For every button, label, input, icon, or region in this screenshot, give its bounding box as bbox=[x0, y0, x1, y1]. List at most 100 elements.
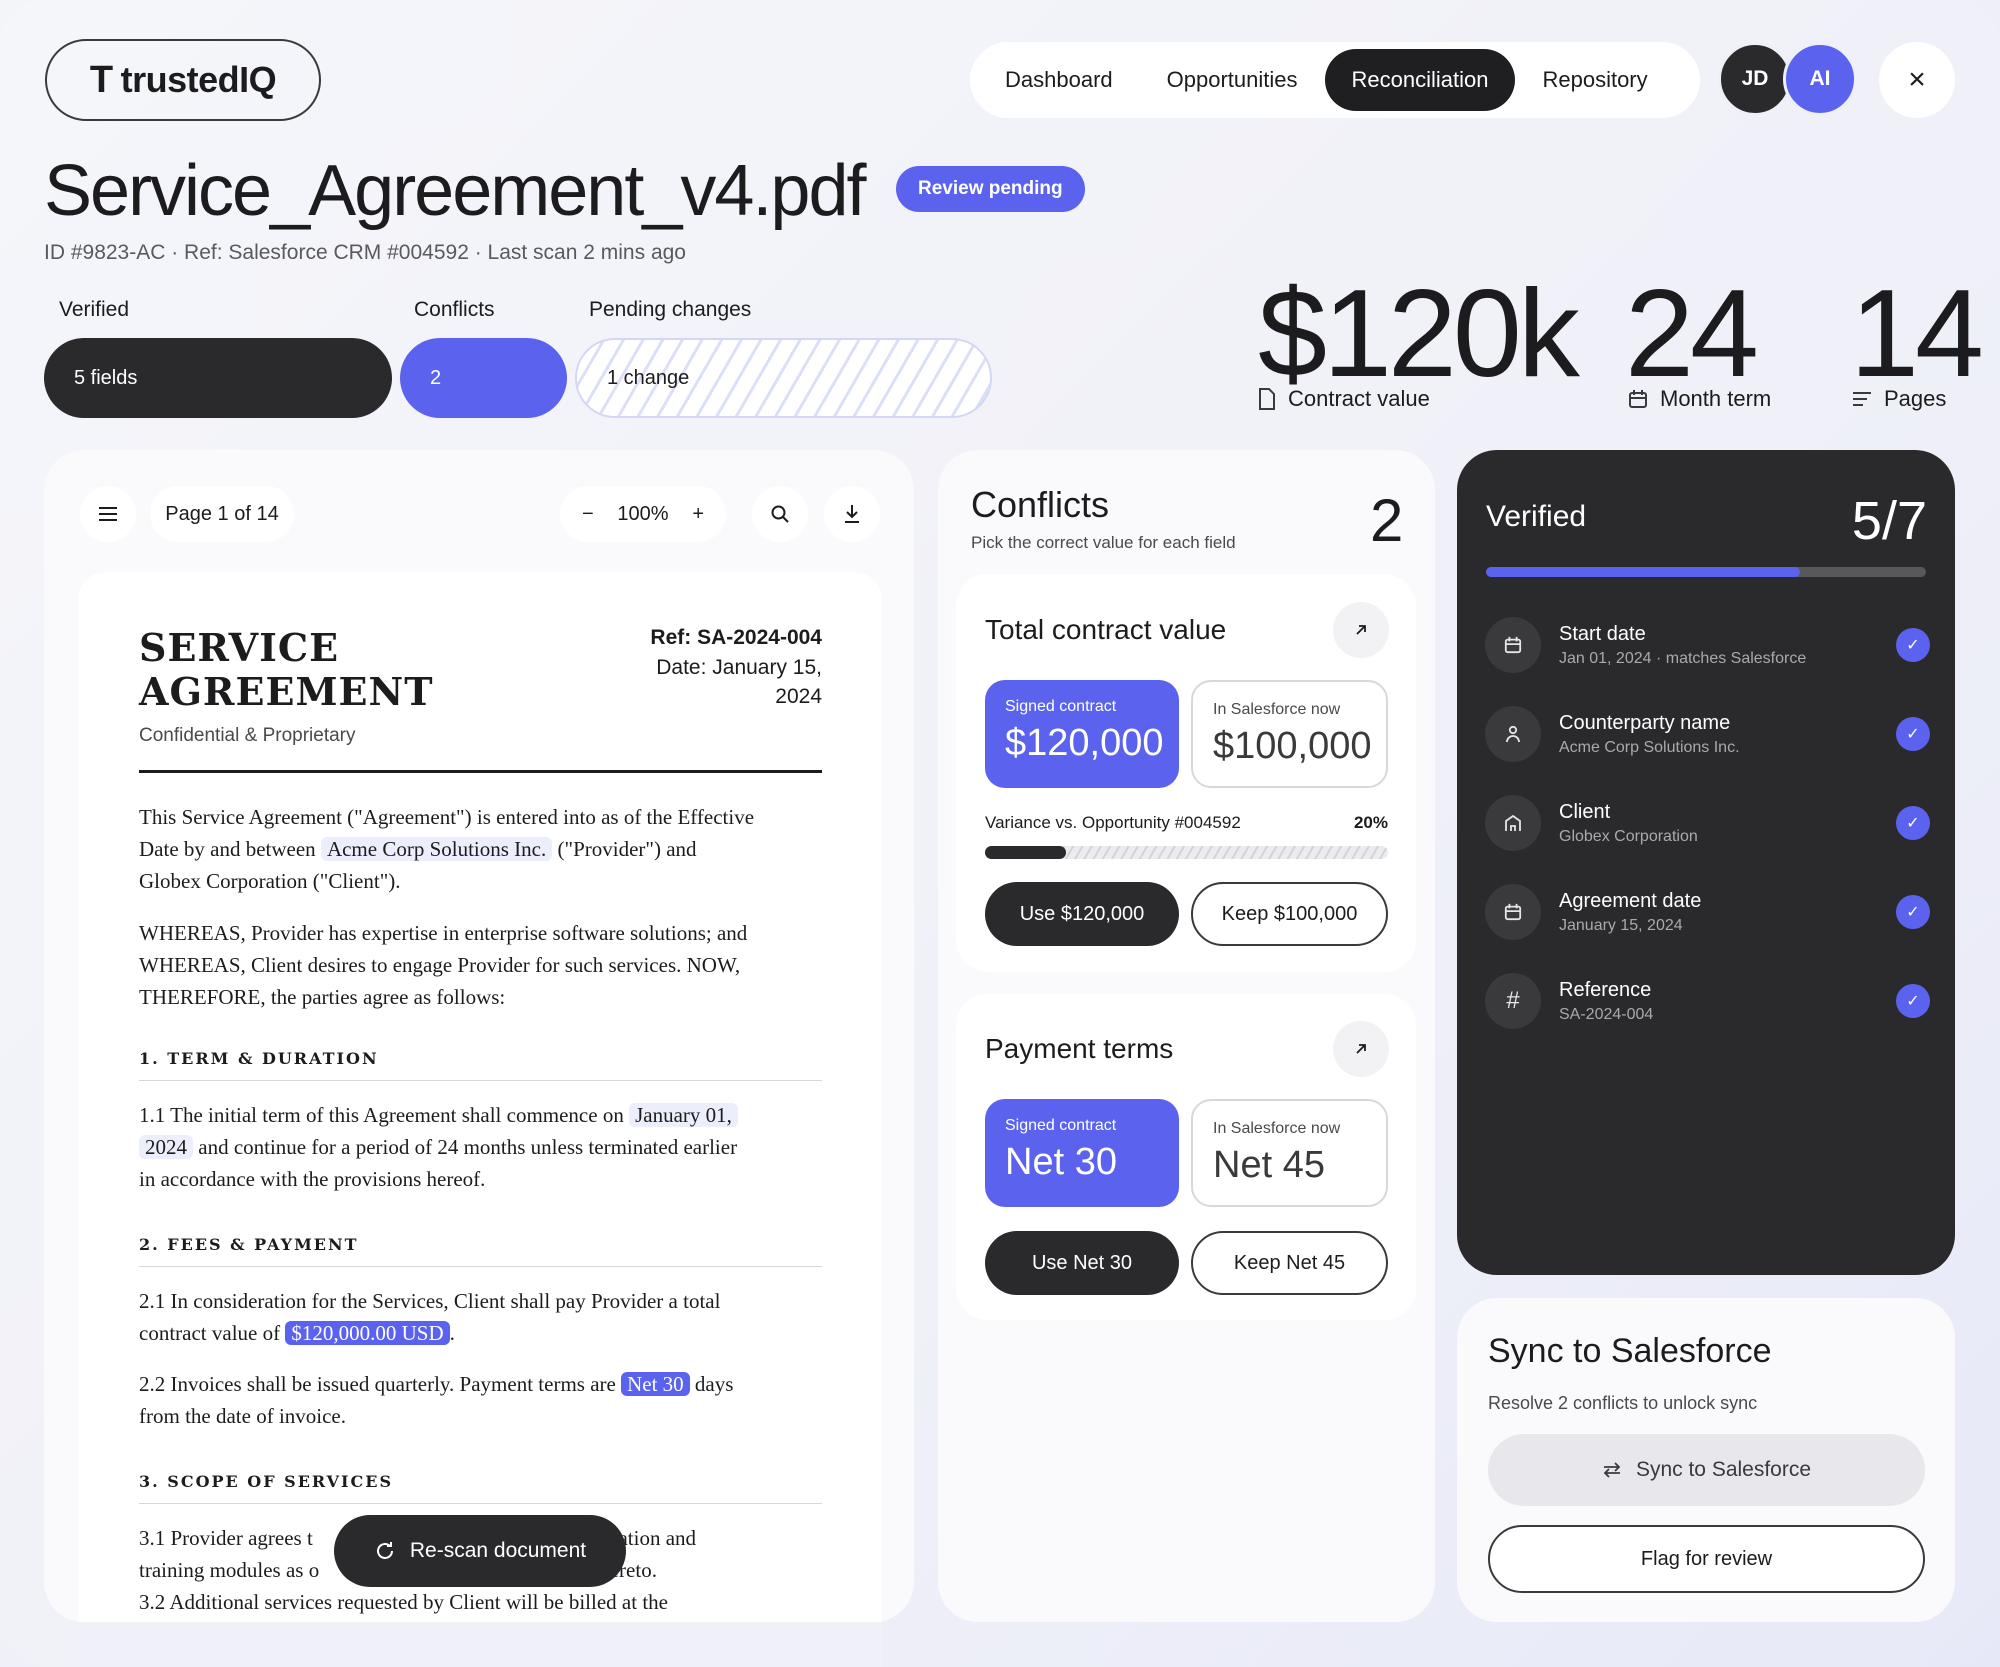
lines-icon bbox=[1853, 392, 1871, 406]
conflict-2-signed-label: Signed contract bbox=[1005, 1117, 1117, 1134]
verified-item-sub: Acme Corp Solutions Inc. bbox=[1559, 738, 1740, 756]
stat-contract-label: Contract value bbox=[1258, 386, 1430, 412]
s21-text-b: contract value of bbox=[139, 1321, 281, 1345]
conflict-2-signed-option[interactable]: Signed contract Net 30 bbox=[985, 1099, 1179, 1207]
verified-item-sub: January 15, 2024 bbox=[1559, 916, 1683, 934]
contract-value-highlight[interactable]: $120,000.00 USD bbox=[285, 1321, 450, 1345]
conflict-1-open-button[interactable] bbox=[1333, 602, 1389, 658]
s22-text-a: 2.2 Invoices shall be issued quarterly. … bbox=[139, 1372, 616, 1396]
logo-mark: T bbox=[89, 58, 113, 101]
provider-highlight[interactable]: Acme Corp Solutions Inc. bbox=[320, 837, 553, 861]
doc-intro-line-3: Globex Corporation ("Client"). bbox=[139, 869, 401, 893]
use-signed-value-button[interactable]: Use $120,000 bbox=[985, 882, 1179, 946]
avatar-jd[interactable]: JD bbox=[1718, 42, 1792, 116]
nav-dashboard[interactable]: Dashboard bbox=[978, 49, 1140, 111]
s11-text-a: 1.1 The initial term of this Agreement s… bbox=[139, 1103, 624, 1127]
app-window: T trustedIQ Dashboard Opportunities Reco… bbox=[0, 0, 2000, 1667]
conflict-2-open-button[interactable] bbox=[1333, 1021, 1389, 1077]
doc-intro-text-2: ("Provider") and bbox=[557, 837, 697, 861]
nav-repository[interactable]: Repository bbox=[1515, 49, 1674, 111]
arrow-up-right-icon bbox=[1356, 625, 1366, 635]
status-badge: Review pending bbox=[896, 166, 1085, 212]
section-1-text: 1.1 The initial term of this Agreement s… bbox=[139, 1099, 839, 1195]
document-page: SERVICE AGREEMENT Confidential & Proprie… bbox=[78, 572, 882, 1667]
conflict-2-sf-label: In Salesforce now bbox=[1213, 1120, 1341, 1137]
menu-icon bbox=[99, 507, 117, 521]
s22-line-2: from the date of invoice. bbox=[139, 1404, 347, 1428]
s22-line-1: 2.2 Invoices shall be issued quarterly. … bbox=[139, 1368, 839, 1400]
verified-item-agreement-date[interactable]: Agreement date January 15, 2024 ✓ bbox=[1485, 872, 1930, 952]
close-icon: × bbox=[1908, 63, 1926, 96]
rescan-label: Re-scan document bbox=[409, 1539, 587, 1562]
verified-item-reference[interactable]: # Reference SA-2024-004 ✓ bbox=[1485, 961, 1930, 1041]
verified-title: Verified bbox=[1486, 500, 1587, 533]
rescan-button[interactable]: Re-scan document bbox=[334, 1515, 626, 1587]
sync-button-label: Sync to Salesforce bbox=[1635, 1458, 1812, 1481]
use-net-30-button[interactable]: Use Net 30 bbox=[985, 1231, 1179, 1295]
conflict-1-sf-value: $100,000 bbox=[1213, 725, 1372, 767]
s11-text-b: and continue for a period of 24 months u… bbox=[198, 1135, 738, 1159]
section-2-rule bbox=[139, 1266, 822, 1267]
variance-percent: 20% bbox=[1353, 813, 1388, 832]
doc-intro-text: Date by and between bbox=[139, 837, 316, 861]
verified-item-client[interactable]: Client Globex Corporation ✓ bbox=[1485, 783, 1930, 863]
stat-month-text: Month term bbox=[1660, 386, 1772, 411]
doc-whereas-line-3: THEREFORE, the parties agree as follows: bbox=[139, 985, 506, 1009]
verified-item-name: Agreement date bbox=[1559, 889, 1702, 912]
close-button[interactable]: × bbox=[1879, 42, 1955, 118]
refresh-icon bbox=[376, 1542, 393, 1559]
conflict-1-title: Total contract value bbox=[985, 614, 1227, 645]
s32-line: 3.2 Additional services requested by Cli… bbox=[139, 1590, 668, 1614]
verified-item-sub: SA-2024-004 bbox=[1559, 1005, 1654, 1023]
stat-pages: 14 bbox=[1850, 265, 1984, 403]
conflicts-pill[interactable]: 2 bbox=[400, 338, 567, 418]
page-title: Service_Agreement_v4.pdf bbox=[44, 151, 866, 231]
doc-divider bbox=[139, 770, 822, 773]
s31-text-a: 3.1 Provider agrees t bbox=[139, 1526, 313, 1550]
conflict-1-signed-label: Signed contract bbox=[1005, 698, 1117, 715]
calendar-icon bbox=[1629, 390, 1647, 408]
verified-pill[interactable]: 5 fields bbox=[44, 338, 392, 418]
conflicts-title: Conflicts bbox=[971, 484, 1110, 525]
pending-pill[interactable]: 1 change bbox=[575, 338, 992, 418]
doc-date-line-2: 2024 bbox=[775, 685, 822, 708]
verified-item-start-date[interactable]: Start date Jan 01, 2024 · matches Salesfo… bbox=[1485, 605, 1930, 685]
verified-item-name: Counterparty name bbox=[1559, 711, 1731, 734]
conflict-2-salesforce-option[interactable]: In Salesforce now Net 45 bbox=[1191, 1099, 1388, 1207]
verified-item-counterparty[interactable]: Counterparty name Acme Corp Solutions Inc… bbox=[1485, 694, 1930, 774]
keep-salesforce-value-button[interactable]: Keep $100,000 bbox=[1191, 882, 1388, 946]
verified-progress-fill bbox=[1486, 567, 1801, 577]
s21-line-1: 2.1 In consideration for the Services, C… bbox=[139, 1289, 721, 1313]
flag-for-review-button[interactable]: Flag for review bbox=[1488, 1525, 1925, 1593]
avatar-ai[interactable]: AI bbox=[1783, 42, 1857, 116]
page-indicator[interactable]: Page 1 of 14 bbox=[150, 486, 294, 542]
variance-bar-fill bbox=[985, 846, 1066, 859]
zoom-in-button[interactable]: + bbox=[692, 503, 704, 526]
nav-reconciliation[interactable]: Reconciliation bbox=[1324, 49, 1516, 111]
verified-progress-bar bbox=[1486, 567, 1926, 577]
person-icon bbox=[1485, 706, 1541, 762]
logo[interactable]: T trustedIQ bbox=[45, 39, 321, 121]
start-date-highlight-b[interactable]: 2024 bbox=[139, 1135, 193, 1159]
sync-button[interactable]: Sync to Salesforce bbox=[1488, 1434, 1925, 1506]
download-button[interactable] bbox=[824, 486, 880, 542]
doc-intro-line-1: This Service Agreement ("Agreement") is … bbox=[139, 805, 755, 829]
stat-contract-value: $120k bbox=[1258, 265, 1580, 403]
start-date-highlight-a[interactable]: January 01, bbox=[629, 1103, 738, 1127]
logo-text: trustedIQ bbox=[120, 59, 277, 100]
keep-net-45-button[interactable]: Keep Net 45 bbox=[1191, 1231, 1388, 1295]
sync-subtitle: Resolve 2 conflicts to unlock sync bbox=[1488, 1393, 1758, 1413]
s11-line-2: 2024 and continue for a period of 24 mon… bbox=[139, 1131, 839, 1163]
stat-contract-text: Contract value bbox=[1288, 386, 1430, 411]
conflict-1-signed-option[interactable]: Signed contract $120,000 bbox=[985, 680, 1179, 788]
doc-whereas-line-1: WHEREAS, Provider has expertise in enter… bbox=[139, 921, 748, 945]
verified-panel: Verified 5/7 Start date Jan 01, 2024 · ma… bbox=[1457, 450, 1955, 1275]
payment-terms-highlight[interactable]: Net 30 bbox=[621, 1372, 690, 1396]
doc-whereas-line-2: WHEREAS, Client desires to engage Provid… bbox=[139, 953, 741, 977]
doc-date-line-1: Date: January 15, bbox=[656, 656, 822, 679]
conflict-1-salesforce-option[interactable]: In Salesforce now $100,000 bbox=[1191, 680, 1388, 788]
search-button[interactable] bbox=[752, 486, 808, 542]
zoom-out-button[interactable]: − bbox=[582, 503, 594, 526]
menu-button[interactable] bbox=[80, 486, 136, 542]
nav-opportunities[interactable]: Opportunities bbox=[1140, 49, 1325, 111]
